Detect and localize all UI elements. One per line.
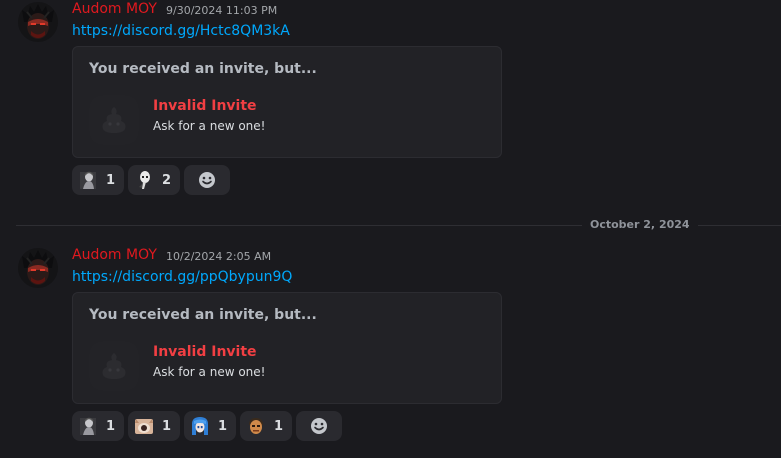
reaction-count: 1 [162,418,172,434]
smiley-icon [199,172,215,188]
message-timestamp: 10/2/2024 2:05 AM [166,250,272,263]
invalid-invite-subtitle: Ask for a new one! [153,119,266,133]
reaction[interactable]: 1 [128,411,180,441]
avatar[interactable] [18,2,58,42]
invalid-guild-icon [89,341,139,391]
invite-link[interactable]: https://discord.gg/Hctc8QM3kA [72,23,290,39]
reaction[interactable]: 1 [72,165,124,195]
invalid-invite-title: Invalid Invite [153,344,257,360]
add-reaction-button[interactable] [184,165,230,195]
reaction[interactable]: 1 [184,411,236,441]
reaction[interactable]: 2 [128,165,180,195]
reaction[interactable]: 1 [240,411,292,441]
grey-figure-emoji [80,417,96,435]
reaction[interactable]: 1 [72,411,124,441]
reaction-count: 1 [106,172,116,188]
reaction-count: 1 [274,418,284,434]
orange-face-emoji [249,418,263,434]
invite-card-header: You received an invite, but... [89,307,317,323]
pale-face-emoji [139,171,150,189]
invite-link[interactable]: https://discord.gg/ppQbypun9Q [72,269,292,285]
date-divider-label: October 2, 2024 [582,218,698,231]
invite-card-header: You received an invite, but... [89,61,317,77]
blue-hair-girl-emoji [192,417,208,435]
author-name[interactable]: Audom MOY [72,1,157,17]
invalid-invite-title: Invalid Invite [153,98,257,114]
invalid-guild-icon [89,95,139,145]
add-reaction-button[interactable] [296,411,342,441]
invite-card: You received an invite, but... Invalid I… [72,292,502,404]
reaction-count: 2 [162,172,172,188]
cat-face-emoji [135,419,153,434]
smiley-icon [311,418,327,434]
author-name[interactable]: Audom MOY [72,247,157,263]
reaction-bar: 1 2 [72,165,230,195]
invite-card: You received an invite, but... Invalid I… [72,46,502,158]
grey-figure-emoji [80,171,96,189]
reaction-bar: 1 1 1 1 [72,411,342,441]
reaction-count: 1 [106,418,116,434]
message-timestamp: 9/30/2024 11:03 PM [166,4,278,17]
invalid-invite-subtitle: Ask for a new one! [153,365,266,379]
reaction-count: 1 [218,418,228,434]
avatar[interactable] [18,248,58,288]
